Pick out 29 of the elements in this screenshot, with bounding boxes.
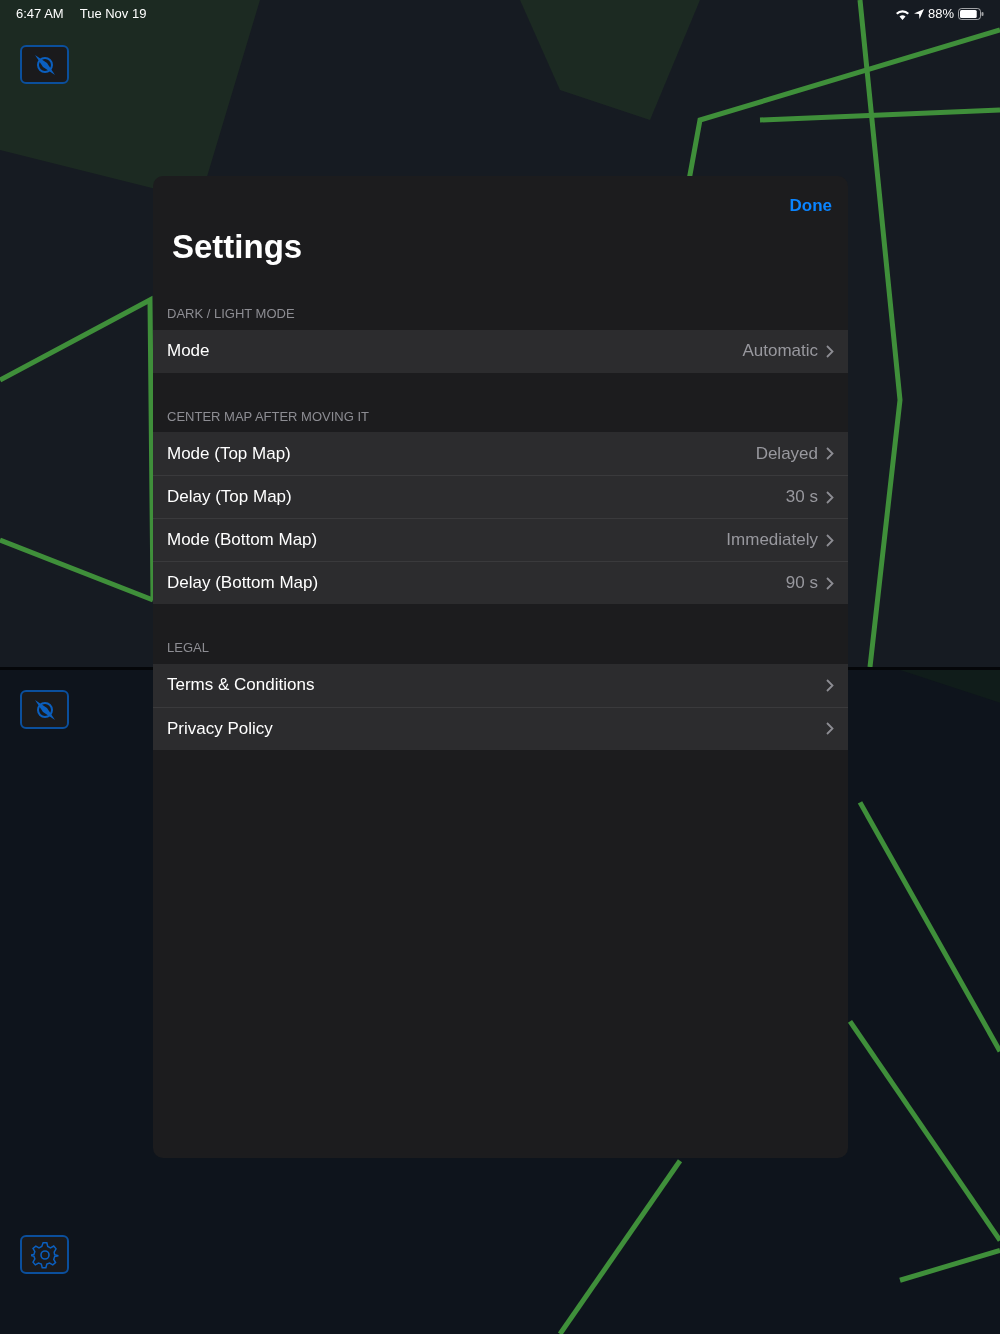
battery-icon <box>958 8 984 20</box>
chevron-icon <box>826 344 834 358</box>
settings-title: Settings <box>171 226 304 267</box>
chevron-icon <box>826 678 834 692</box>
compass-button[interactable] <box>20 45 69 84</box>
settings-button[interactable] <box>20 1235 69 1274</box>
chevron-icon <box>826 722 834 736</box>
settings-row[interactable]: Mode (Bottom Map) Immediately <box>153 518 848 562</box>
battery-percent: 88% <box>927 5 954 24</box>
compass-button[interactable] <box>20 690 69 729</box>
section-header: LEGAL <box>166 639 210 658</box>
settings-row[interactable]: Mode Automatic <box>153 329 848 373</box>
settings-row[interactable]: Delay (Bottom Map) 90 s <box>153 561 848 605</box>
chevron-icon <box>826 576 834 590</box>
wifi-icon <box>894 8 910 20</box>
section-header: CENTER MAP AFTER MOVING IT <box>166 407 370 426</box>
location-icon <box>913 9 924 19</box>
settings-icon <box>30 1240 59 1269</box>
section-header: DARK / LIGHT MODE <box>166 305 296 324</box>
done-button[interactable]: Done <box>789 193 832 219</box>
status-time: 6:47 AM <box>16 5 64 24</box>
settings-row[interactable]: Delay (Top Map) 30 s <box>153 475 848 519</box>
settings-row[interactable]: Privacy Policy <box>153 706 848 750</box>
chevron-icon <box>826 533 834 547</box>
status-date: Tue Nov 19 <box>79 5 147 24</box>
settings-row[interactable]: Mode (Top Map) Delayed <box>153 432 848 476</box>
chevron-icon <box>826 490 834 504</box>
chevron-icon <box>826 447 834 461</box>
settings-row[interactable]: Terms & Conditions <box>153 663 848 707</box>
